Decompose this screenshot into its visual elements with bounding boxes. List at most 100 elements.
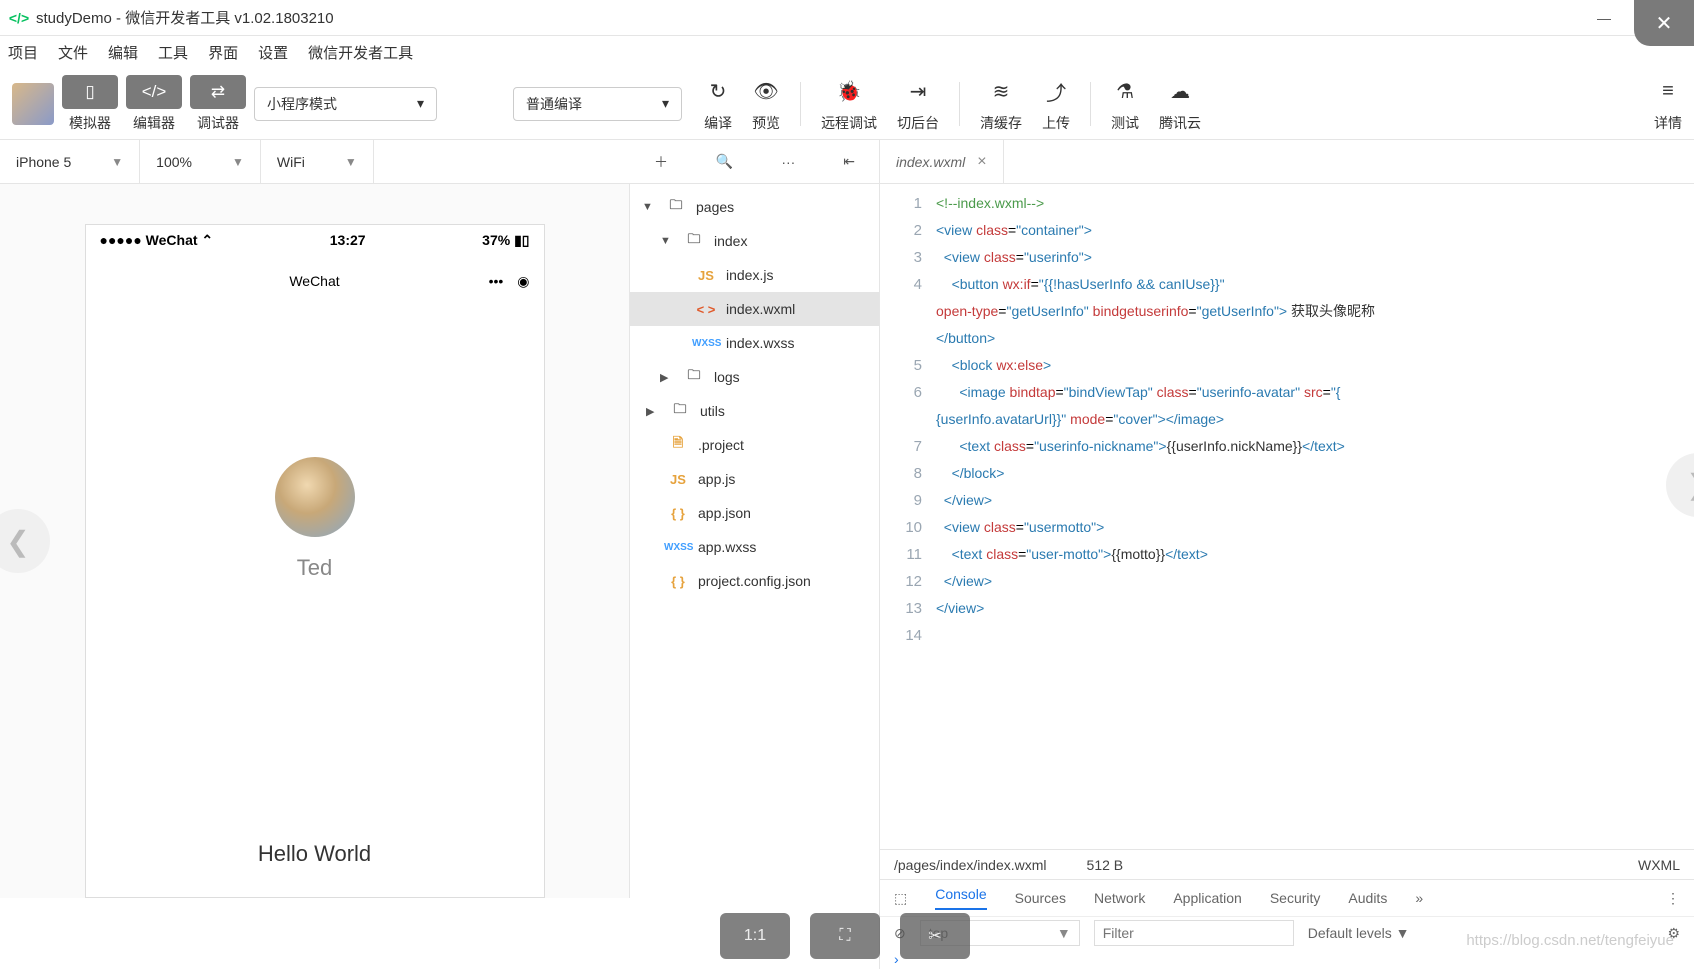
tab-sources[interactable]: Sources [1015, 890, 1066, 906]
folder-icon: 🗀 [666, 400, 694, 422]
nav-title: WeChat [289, 273, 339, 289]
target-icon[interactable]: ◉ [517, 273, 529, 290]
chevron-down-icon: ▼ [111, 155, 123, 169]
file-size: 512 B [1087, 857, 1124, 873]
file-index-js[interactable]: JSindex.js [630, 258, 879, 292]
mode-select[interactable]: 小程序模式 ▾ [254, 87, 437, 121]
battery: 37% ▮▯ [482, 232, 529, 249]
username-text: Ted [297, 555, 332, 581]
file-project[interactable]: 🗎.project [630, 428, 879, 462]
window-title: studyDemo - 微信开发者工具 v1.02.1803210 [36, 7, 334, 28]
upload-icon: ⤴ [1046, 75, 1066, 109]
folder-logs[interactable]: ▶🗀logs [630, 360, 879, 394]
tab-index-wxml[interactable]: index.wxml × [880, 140, 1004, 184]
tab-console[interactable]: Console [935, 886, 986, 910]
refresh-icon: ↻ [710, 75, 727, 109]
add-icon[interactable]: ＋ [654, 152, 668, 172]
tab-network[interactable]: Network [1094, 890, 1145, 906]
upload-button[interactable]: ⤴上传 [1042, 75, 1070, 133]
levels-select[interactable]: Default levels ▼ [1308, 925, 1410, 941]
zoom-select[interactable]: 100%▼ [140, 140, 261, 184]
editor-toggle[interactable]: </> 编辑器 [126, 75, 182, 133]
wxml-icon: < > [692, 302, 720, 317]
json-icon: { } [664, 574, 692, 589]
test-button[interactable]: ⚗测试 [1111, 75, 1139, 133]
folder-index[interactable]: ▼🗀index [630, 224, 879, 258]
menu-settings[interactable]: 设置 [258, 42, 288, 63]
cloud-button[interactable]: ☁腾讯云 [1159, 75, 1201, 133]
menu-tools[interactable]: 工具 [158, 42, 188, 63]
debugger-toggle[interactable]: ⇄ 调试器 [190, 75, 246, 133]
devtools-menu-icon[interactable]: ⋮ [1666, 890, 1680, 907]
editor-label: 编辑器 [133, 113, 175, 133]
clock: 13:27 [330, 232, 366, 248]
file-app-js[interactable]: JSapp.js [630, 462, 879, 496]
file-app-json[interactable]: { }app.json [630, 496, 879, 530]
filter-input[interactable] [1094, 920, 1294, 946]
layers-icon: ≋ [993, 75, 1010, 109]
menu-ui[interactable]: 界面 [208, 42, 238, 63]
file-explorer: ＋ 🔍 ··· ⇤ ▼🗀pages ▼🗀index JSindex.js < >… [630, 140, 880, 969]
folder-utils[interactable]: ▶🗀utils [630, 394, 879, 428]
code-area[interactable]: 1234567891011121314 <!--index.wxml--> <v… [880, 184, 1694, 849]
tab-application[interactable]: Application [1173, 890, 1242, 906]
devtools-panel: ⬚ Console Sources Network Application Se… [880, 879, 1694, 969]
snip-button[interactable]: ✂ [900, 913, 970, 959]
wxss-icon: WXSS [692, 338, 720, 349]
divider [800, 82, 801, 126]
preview-button[interactable]: 👁预览 [752, 75, 780, 133]
chevron-down-icon: ▾ [662, 95, 669, 112]
search-icon[interactable]: 🔍 [716, 153, 733, 170]
compile-button[interactable]: ↻编译 [704, 75, 732, 133]
more-icon[interactable]: ··· [781, 154, 795, 170]
file-project-config[interactable]: { }project.config.json [630, 564, 879, 598]
menu-file[interactable]: 文件 [58, 42, 88, 63]
compile-select[interactable]: 普通编译 ▾ [513, 87, 682, 121]
close-button[interactable]: ✕ [1634, 0, 1694, 46]
tab-audits[interactable]: Audits [1348, 890, 1387, 906]
title-bar: </> studyDemo - 微信开发者工具 v1.02.1803210 — … [0, 0, 1694, 36]
simulator-toggle[interactable]: ▯ 模拟器 [62, 75, 118, 133]
device-select[interactable]: iPhone 5▼ [0, 140, 140, 184]
devtools-tabs: ⬚ Console Sources Network Application Se… [880, 880, 1694, 916]
minimize-button[interactable]: — [1574, 0, 1634, 36]
clear-cache-button[interactable]: ≋清缓存 [980, 75, 1022, 133]
file-app-wxss[interactable]: WXSSapp.wxss [630, 530, 879, 564]
debug-icon: ⇄ [190, 75, 246, 109]
more-tabs-icon[interactable]: » [1415, 890, 1423, 906]
wifi-icon: ⌃ [201, 232, 213, 248]
js-icon: JS [692, 268, 720, 283]
nav-bar: WeChat ••• ◉ [86, 255, 544, 307]
file-index-wxml[interactable]: < >index.wxml [630, 292, 879, 326]
folder-pages[interactable]: ▼🗀pages [630, 190, 879, 224]
signal-carrier: ●●●●● WeChat ⌃ [100, 232, 214, 249]
editor-status-bar: /pages/index/index.wxml 512 B WXML [880, 849, 1694, 879]
file-index-wxss[interactable]: WXSSindex.wxss [630, 326, 879, 360]
tab-security[interactable]: Security [1270, 890, 1321, 906]
explorer-toolbar: ＋ 🔍 ··· ⇤ [630, 140, 879, 184]
collapse-icon[interactable]: ⇤ [843, 153, 855, 170]
menu-edit[interactable]: 编辑 [108, 42, 138, 63]
more-icon[interactable]: ••• [489, 273, 504, 289]
js-icon: JS [664, 472, 692, 487]
nav-prev-button[interactable]: ❮ [0, 509, 50, 573]
code-body[interactable]: <!--index.wxml--> <view class="container… [936, 184, 1694, 849]
console-prompt[interactable]: › [880, 949, 1694, 969]
menu-project[interactable]: 项目 [8, 42, 38, 63]
network-select[interactable]: WiFi▼ [261, 140, 374, 184]
cloud-icon: ☁ [1170, 75, 1190, 109]
remote-debug-button[interactable]: 🐞远程调试 [821, 75, 877, 133]
close-tab-icon[interactable]: × [977, 153, 986, 171]
divider [959, 82, 960, 126]
detail-button[interactable]: ≡详情 [1654, 75, 1682, 133]
background-button[interactable]: ⇥切后台 [897, 75, 939, 133]
chevron-down-icon: ▾ [417, 95, 424, 112]
ratio-button[interactable]: 1:1 [720, 913, 790, 959]
fullscreen-button[interactable]: ⛶ [810, 913, 880, 959]
user-avatar[interactable] [12, 83, 54, 125]
inspect-icon[interactable]: ⬚ [894, 890, 907, 907]
debugger-label: 调试器 [197, 113, 239, 133]
menu-wechat-devtools[interactable]: 微信开发者工具 [308, 42, 413, 63]
simulator-panel: ❮ ●●●●● WeChat ⌃ 13:27 37% ▮▯ WeChat •••… [0, 184, 630, 898]
user-avatar-image[interactable] [275, 457, 355, 537]
